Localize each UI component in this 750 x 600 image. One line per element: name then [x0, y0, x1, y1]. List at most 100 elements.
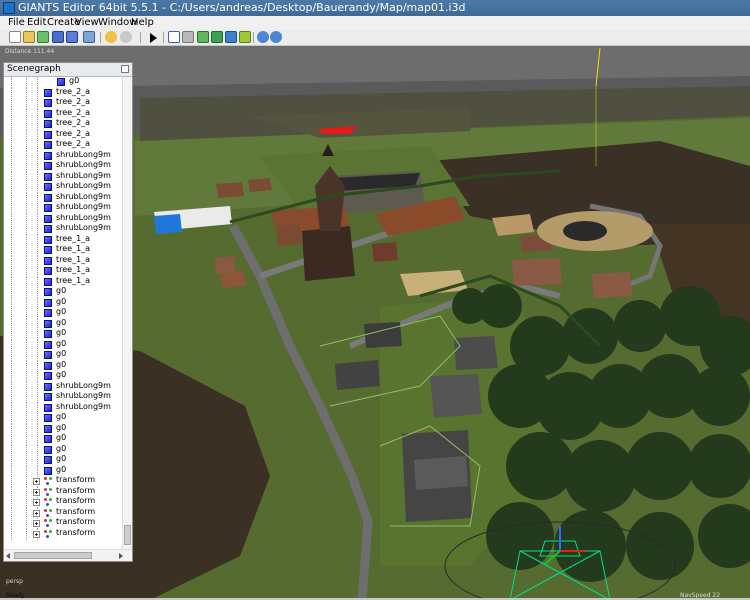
scenegraph-node-label: g0: [56, 443, 67, 453]
camera-icon[interactable]: [239, 31, 251, 43]
tree-guide-line: [26, 245, 28, 256]
refresh-icon[interactable]: [37, 31, 49, 43]
expand-node-icon[interactable]: [33, 478, 40, 485]
tree-guide-line: [26, 402, 28, 414]
menu-edit[interactable]: Edit: [27, 17, 46, 28]
tree-guide-line: [11, 108, 13, 120]
scenegraph-node-label: shrubLong9m: [56, 202, 111, 211]
shape-node-icon: [44, 162, 52, 170]
float-panel-icon[interactable]: [121, 65, 129, 73]
scenegraph-tree[interactable]: g0 tree_2_a tree_2_a tree_2_a tree_2_a tree_2…: [4, 77, 122, 549]
tree-guide-line: [11, 308, 13, 319]
expand-node-icon[interactable]: [33, 509, 40, 517]
tree-guide-line: [11, 444, 13, 456]
expand-node-icon[interactable]: [33, 499, 40, 506]
scenegraph-node-label: transform: [56, 506, 96, 516]
tree-guide-line: [26, 476, 28, 487]
scenegraph-panel: Scenegraph g0 tree_2_a tree_2_a tree_2_a tre…: [3, 62, 133, 562]
tree-guide-line: [11, 234, 13, 246]
redo-icon[interactable]: [120, 31, 132, 43]
tree-guide-line: [37, 171, 39, 183]
tree-guide-line: [11, 497, 13, 508]
tree-guide-line: [37, 119, 39, 130]
tree-guide-line: [37, 434, 39, 445]
tree-guide-line: [37, 129, 39, 141]
undo-icon[interactable]: [105, 31, 117, 43]
menu-view[interactable]: View: [75, 17, 99, 28]
foliage-paint-icon[interactable]: [211, 31, 223, 43]
expand-node-icon[interactable]: [33, 488, 40, 496]
window-title: GIANTS Editor 64bit 5.5.1 - C:/Users/and…: [18, 1, 466, 14]
tree-guide-line: [26, 423, 28, 435]
tree-guide-line: [26, 266, 28, 277]
tree-guide-line: [26, 161, 28, 172]
shape-node-icon: [44, 109, 52, 118]
tree-guide-line: [37, 234, 39, 246]
tree-guide-line: [37, 108, 39, 120]
scenegraph-node-label: shrubLong9m: [56, 212, 111, 222]
tree-guide-line: [26, 119, 28, 130]
scroll-right-icon[interactable]: [119, 553, 123, 559]
import-icon[interactable]: [83, 31, 95, 43]
scenegraph-node-label: shrubLong9m: [56, 191, 111, 201]
scenegraph-vertical-scrollbar[interactable]: [122, 77, 132, 549]
move-icon[interactable]: [182, 31, 194, 43]
tree-guide-line: [26, 486, 28, 498]
scenegraph-node-label: tree_2_a: [56, 107, 91, 117]
tree-guide-line: [11, 129, 13, 141]
camera-settings-icon[interactable]: [270, 31, 282, 43]
tree-guide-line: [11, 318, 13, 330]
scroll-left-icon[interactable]: [6, 553, 10, 559]
tree-guide-line: [11, 182, 13, 193]
play-icon[interactable]: [150, 33, 157, 43]
tree-guide-line: [26, 465, 28, 477]
select-mode-icon[interactable]: [168, 31, 180, 43]
tree-guide-line: [37, 318, 39, 330]
shape-node-icon: [44, 183, 52, 191]
tree-guide-line: [26, 213, 28, 225]
expand-node-icon[interactable]: [33, 520, 40, 527]
tree-guide-line: [26, 413, 28, 424]
tree-guide-line: [26, 297, 28, 309]
scenegraph-node-label: tree_1_a: [56, 244, 91, 253]
save-as-icon[interactable]: [66, 31, 78, 43]
scrollbar-thumb[interactable]: [14, 552, 92, 559]
toolbar: [0, 30, 750, 46]
shape-node-icon: [44, 267, 52, 275]
scenegraph-node-label: tree_2_a: [56, 86, 91, 96]
camera-settings-icon[interactable]: [257, 31, 269, 43]
expand-node-icon[interactable]: [33, 530, 40, 538]
tree-guide-line: [26, 339, 28, 351]
scenegraph-node-label: transform: [56, 496, 96, 505]
menu-help[interactable]: Help: [131, 17, 154, 28]
terrain-paint-icon[interactable]: [197, 31, 209, 43]
scenegraph-node-label: shrubLong9m: [56, 223, 111, 232]
tree-guide-line: [11, 255, 13, 267]
title-bar: GIANTS Editor 64bit 5.5.1 - C:/Users/and…: [0, 0, 750, 16]
open-folder-icon[interactable]: [23, 31, 35, 43]
scenegraph-node-label: g0: [56, 349, 67, 358]
scenegraph-node-label: g0: [56, 464, 67, 474]
shape-node-icon: [44, 372, 52, 380]
shape-node-icon: [44, 351, 52, 359]
scenegraph-node-label: shrubLong9m: [56, 160, 111, 169]
new-file-icon[interactable]: [9, 31, 21, 43]
shape-node-icon: [44, 403, 52, 412]
scrollbar-thumb[interactable]: [124, 525, 131, 545]
save-icon[interactable]: [52, 31, 64, 43]
transform-node-icon: [44, 498, 53, 507]
tree-guide-line: [26, 308, 28, 319]
scenegraph-node-label: shrubLong9m: [56, 391, 111, 400]
scenegraph-transform-node[interactable]: transform: [4, 528, 122, 540]
tree-guide-line: [37, 455, 39, 466]
tree-guide-line: [11, 171, 13, 183]
tree-guide-line: [26, 203, 28, 214]
scenegraph-horizontal-scrollbar[interactable]: [4, 549, 132, 561]
scenegraph-node-label: g0: [56, 317, 67, 327]
shape-node-icon: [44, 414, 52, 422]
tree-guide-line: [26, 224, 28, 235]
tree-guide-line: [11, 276, 13, 288]
distance-label: Distance 111.44: [5, 48, 55, 55]
menu-file[interactable]: File: [8, 17, 25, 28]
texture-paint-icon[interactable]: [225, 31, 237, 43]
